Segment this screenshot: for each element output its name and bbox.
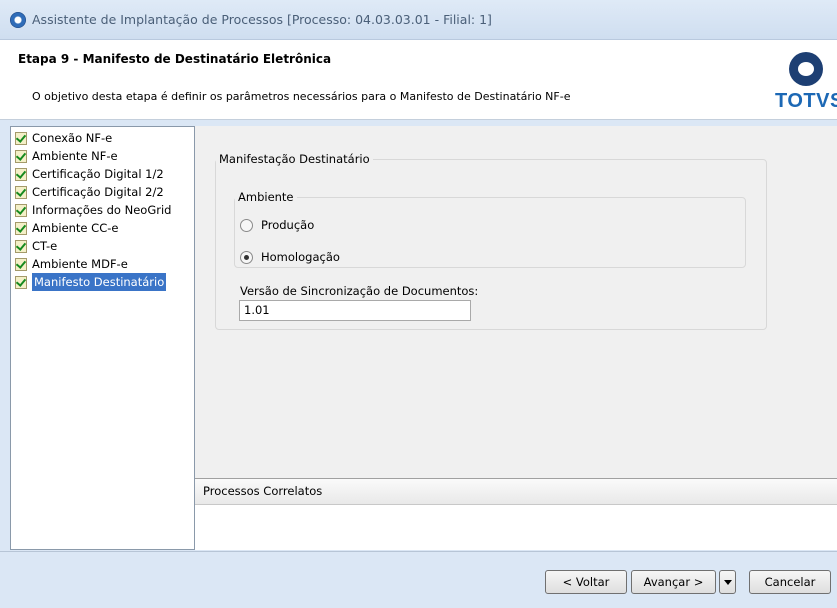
versao-input[interactable]: 1.01	[239, 300, 471, 321]
window-titlebar: Assistente de Implantação de Processos […	[0, 0, 837, 40]
tree-item-label: Informações do NeoGrid	[32, 203, 172, 217]
versao-label: Versão de Sincronização de Documentos:	[240, 284, 479, 298]
totvs-logo: TOTVS	[775, 52, 837, 122]
checked-step-icon	[15, 149, 27, 163]
manifestacao-group-title: Manifestação Destinatário	[219, 152, 370, 166]
checked-step-icon	[15, 167, 27, 181]
checked-step-icon	[15, 131, 27, 145]
radio-homologacao-button[interactable]	[240, 250, 253, 264]
checked-step-icon	[15, 239, 27, 253]
tree-item-ambiente-cce[interactable]: Ambiente CC-e	[11, 219, 194, 237]
totvs-logo-mark-icon	[789, 52, 823, 86]
checked-step-icon	[15, 221, 27, 235]
tree-item-neogrid[interactable]: Informações do NeoGrid	[11, 201, 194, 219]
app-globe-icon	[10, 12, 26, 28]
radio-homologacao-label: Homologação	[261, 250, 340, 264]
tree-item-label: Manifesto Destinatário	[32, 273, 167, 291]
tree-item-label: Certificação Digital 1/2	[32, 167, 164, 181]
tree-item-certificacao-1[interactable]: Certificação Digital 1/2	[11, 165, 194, 183]
tree-item-certificacao-2[interactable]: Certificação Digital 2/2	[11, 183, 194, 201]
tree-item-label: CT-e	[32, 239, 58, 253]
checked-step-icon	[15, 257, 27, 271]
tree-item-label: Ambiente NF-e	[32, 149, 118, 163]
related-processes-title: Processos Correlatos	[195, 479, 837, 505]
step-content-panel: Manifestação Destinatário Ambiente Produ…	[195, 126, 837, 478]
tree-item-ambiente-nfe[interactable]: Ambiente NF-e	[11, 147, 194, 165]
tree-item-conexao-nfe[interactable]: Conexão NF-e	[11, 129, 194, 147]
cancel-button[interactable]: Cancelar	[749, 570, 831, 594]
totvs-logo-text: TOTVS	[775, 90, 837, 112]
tree-item-label: Ambiente CC-e	[32, 221, 119, 235]
tree-item-label: Ambiente MDF-e	[32, 257, 128, 271]
ambiente-group: Ambiente Produção Homologação	[234, 190, 746, 268]
related-processes-panel: Processos Correlatos	[195, 478, 837, 550]
radio-homologacao[interactable]: Homologação	[240, 250, 340, 264]
radio-producao[interactable]: Produção	[240, 218, 314, 232]
next-button[interactable]: Avançar >	[631, 570, 716, 594]
checked-step-icon	[15, 275, 27, 289]
manifestacao-group: Manifestação Destinatário Ambiente Produ…	[215, 152, 767, 330]
steps-tree: Conexão NF-e Ambiente NF-e Certificação …	[10, 126, 195, 550]
step-description: O objetivo desta etapa é definir os parâ…	[32, 90, 571, 103]
tree-item-ambiente-mdfe[interactable]: Ambiente MDF-e	[11, 255, 194, 273]
checked-step-icon	[15, 203, 27, 217]
tree-item-manifesto-destinatario[interactable]: Manifesto Destinatário	[11, 273, 194, 291]
tree-item-label: Certificação Digital 2/2	[32, 185, 164, 199]
checked-step-icon	[15, 185, 27, 199]
step-header: Etapa 9 - Manifesto de Destinatário Elet…	[0, 40, 837, 120]
ambiente-group-title: Ambiente	[238, 190, 294, 204]
step-title: Etapa 9 - Manifesto de Destinatário Elet…	[18, 52, 332, 66]
window-title: Assistente de Implantação de Processos […	[32, 12, 492, 27]
footer-divider	[0, 551, 837, 552]
radio-producao-button[interactable]	[240, 218, 253, 232]
back-button[interactable]: < Voltar	[545, 570, 627, 594]
next-dropdown-icon[interactable]	[719, 570, 736, 594]
radio-producao-label: Produção	[261, 218, 315, 232]
tree-item-cte[interactable]: CT-e	[11, 237, 194, 255]
tree-item-label: Conexão NF-e	[32, 131, 113, 145]
